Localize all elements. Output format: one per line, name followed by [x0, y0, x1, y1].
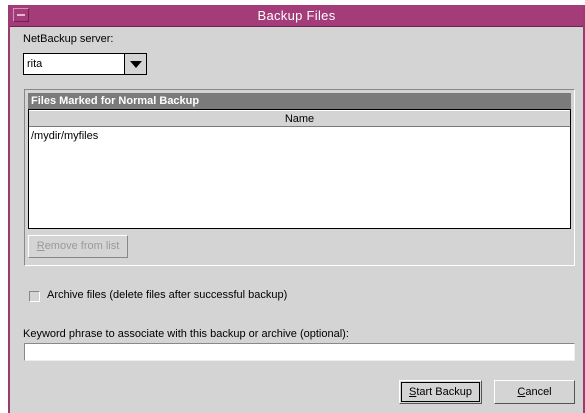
archive-label[interactable]: Archive files (delete files after succes…: [47, 289, 287, 301]
start-label: tart Backup: [416, 386, 472, 398]
chevron-down-icon[interactable]: [124, 54, 146, 74]
server-label: NetBackup server:: [23, 33, 114, 45]
cancel-button[interactable]: Cancel: [494, 380, 575, 404]
title-bar[interactable]: Backup Files: [10, 5, 583, 27]
window-title: Backup Files: [257, 8, 336, 23]
list-item[interactable]: /mydir/myfiles: [31, 130, 98, 142]
remove-from-list-button[interactable]: Remove from list: [28, 235, 128, 258]
remove-mnemonic: R: [36, 240, 45, 252]
remove-label: emove from list: [44, 240, 120, 252]
keyword-input[interactable]: [24, 343, 575, 361]
files-group: Files Marked for Normal Backup Name /myd…: [24, 89, 575, 266]
files-group-header: Files Marked for Normal Backup: [28, 93, 571, 109]
files-list[interactable]: Name /mydir/myfiles: [28, 109, 571, 229]
archive-checkbox[interactable]: [29, 291, 40, 302]
server-value: rita: [27, 58, 43, 70]
server-dropdown[interactable]: rita: [23, 53, 147, 75]
name-column-header[interactable]: Name: [29, 110, 570, 127]
keyword-label: Keyword phrase to associate with this ba…: [23, 328, 349, 340]
cancel-label: ancel: [525, 386, 552, 398]
backup-files-dialog: Backup Files NetBackup server: rita File…: [8, 5, 585, 413]
start-backup-button[interactable]: Start Backup: [399, 380, 482, 404]
